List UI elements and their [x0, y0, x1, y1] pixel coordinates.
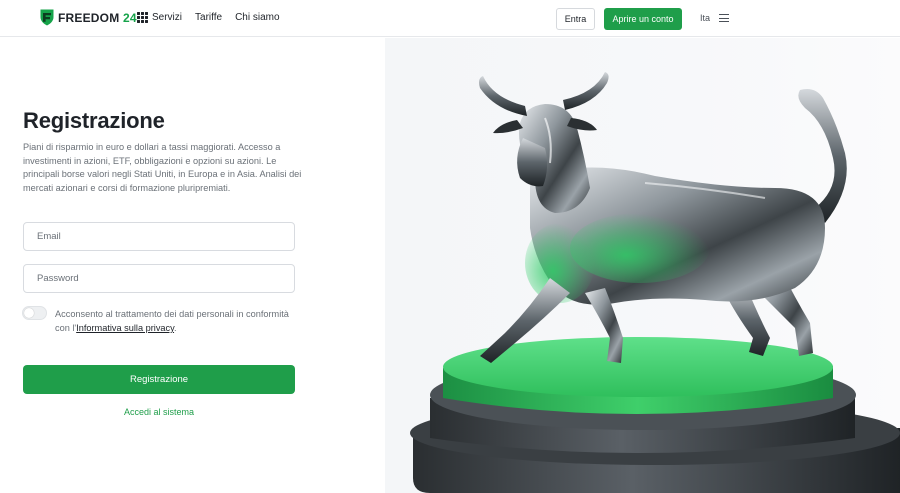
registration-description: Piani di risparmio in euro e dollari a t…: [23, 142, 302, 193]
open-account-button[interactable]: Aprire un conto: [604, 8, 682, 30]
login-button[interactable]: Entra: [556, 8, 595, 30]
page-title: Registrazione: [23, 108, 165, 133]
toggle-knob: [24, 308, 34, 318]
bull-figure: [479, 72, 847, 363]
password-field[interactable]: [23, 264, 295, 293]
grid-icon: [137, 12, 148, 23]
nav-item-servizi[interactable]: Servizi: [137, 12, 182, 23]
brand-logo[interactable]: FREEDOM 24: [40, 9, 137, 26]
nav-item-label: Tariffe: [195, 12, 223, 23]
nav-item-label: Servizi: [152, 12, 183, 23]
privacy-policy-link[interactable]: Informativa sulla privacy: [76, 323, 174, 333]
hamburger-menu-icon[interactable]: [719, 14, 729, 22]
registration-panel: Registrazione Piani di risparmio in euro…: [0, 38, 385, 493]
sign-in-link[interactable]: Accedi al sistema: [23, 407, 295, 417]
brand-word: FREEDOM: [58, 10, 120, 25]
nav-item-label: Chi siamo: [235, 12, 280, 23]
top-navigation-bar: FREEDOM 24 Servizi Tariffe Chi siamo Ent…: [0, 0, 900, 37]
brand-number: 24: [122, 10, 137, 25]
language-selector[interactable]: Ita: [700, 13, 710, 23]
email-field[interactable]: [23, 222, 295, 251]
brand-name: FREEDOM 24: [58, 11, 137, 25]
shield-logo-icon: [40, 9, 54, 26]
consent-end: .: [174, 323, 177, 333]
main-nav: Servizi Tariffe Chi siamo: [137, 12, 293, 23]
hero-image: [385, 38, 900, 493]
bull-statue-illustration: [410, 72, 900, 493]
privacy-consent-label: Acconsento al trattamento dei dati perso…: [55, 307, 295, 335]
register-button[interactable]: Registrazione: [23, 365, 295, 394]
nav-item-tariffe[interactable]: Tariffe: [195, 12, 222, 23]
pedestal: [410, 337, 900, 493]
nav-item-chi-siamo[interactable]: Chi siamo: [235, 12, 279, 23]
privacy-consent-toggle[interactable]: [22, 306, 47, 320]
